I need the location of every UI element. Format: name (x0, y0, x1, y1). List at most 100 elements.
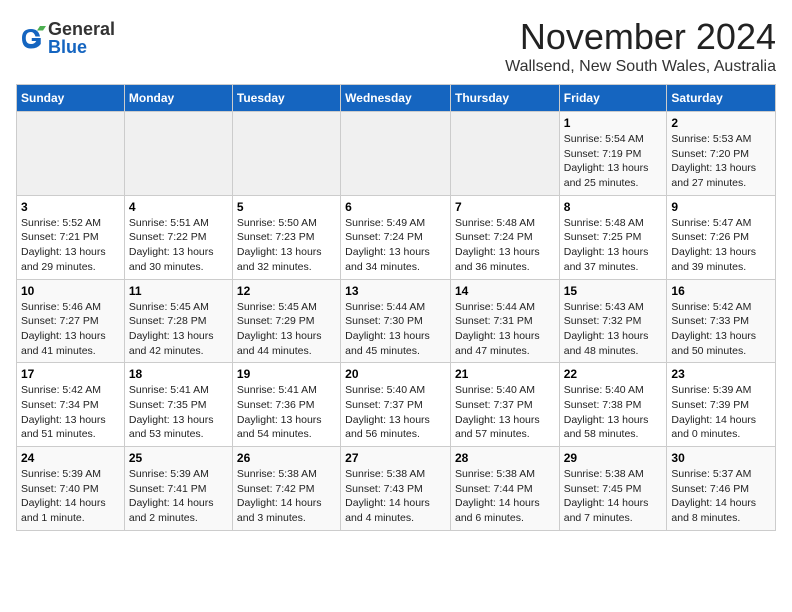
day-number: 23 (671, 367, 771, 381)
day-of-week-header: Thursday (450, 85, 559, 112)
day-of-week-header: Sunday (17, 85, 125, 112)
day-number: 22 (564, 367, 663, 381)
calendar-cell: 9Sunrise: 5:47 AMSunset: 7:26 PMDaylight… (667, 195, 776, 279)
calendar-cell: 17Sunrise: 5:42 AMSunset: 7:34 PMDayligh… (17, 363, 125, 447)
calendar-cell: 6Sunrise: 5:49 AMSunset: 7:24 PMDaylight… (341, 195, 451, 279)
calendar-cell: 28 Sunrise: 5:38 AMSunset: 7:44 PMDayligh… (450, 447, 559, 531)
day-number: 14 (455, 284, 555, 298)
day-number: 28 (455, 451, 555, 465)
day-info: Sunrise: 5:48 AMSunset: 7:25 PMDaylight:… (564, 216, 663, 275)
day-info: Sunrise: 5:53 AMSunset: 7:20 PMDaylight:… (671, 132, 771, 191)
calendar-cell: 10 Sunrise: 5:46 AMSunset: 7:27 PMDayligh… (17, 279, 125, 363)
calendar-cell: 4 Sunrise: 5:51 AMSunset: 7:22 PMDaylight… (124, 195, 232, 279)
calendar-cell (450, 112, 559, 196)
title-area: November 2024 Wallsend, New South Wales,… (505, 16, 776, 76)
day-number: 1 (564, 116, 663, 130)
logo-icon (16, 23, 46, 53)
day-of-week-header: Tuesday (232, 85, 340, 112)
day-info: Sunrise: 5:40 AMSunset: 7:38 PMDaylight:… (564, 383, 663, 442)
day-info: Sunrise: 5:40 AMSunset: 7:37 PMDaylight:… (455, 383, 555, 442)
day-info: Sunrise: 5:45 AMSunset: 7:28 PMDaylight:… (129, 300, 228, 359)
day-number: 17 (21, 367, 120, 381)
calendar-cell: 13 Sunrise: 5:44 AMSunset: 7:30 PMDayligh… (341, 279, 451, 363)
day-info: Sunrise: 5:38 AMSunset: 7:42 PMDaylight:… (237, 467, 336, 526)
calendar-cell: 22 Sunrise: 5:40 AMSunset: 7:38 PMDayligh… (559, 363, 667, 447)
calendar-cell: 23Sunrise: 5:39 AMSunset: 7:39 PMDayligh… (667, 363, 776, 447)
calendar-cell: 14 Sunrise: 5:44 AMSunset: 7:31 PMDayligh… (450, 279, 559, 363)
day-number: 10 (21, 284, 120, 298)
calendar-week-row: 1 Sunrise: 5:54 AMSunset: 7:19 PMDaylight… (17, 112, 776, 196)
calendar-cell (232, 112, 340, 196)
day-number: 24 (21, 451, 120, 465)
calendar-week-row: 10 Sunrise: 5:46 AMSunset: 7:27 PMDayligh… (17, 279, 776, 363)
day-info: Sunrise: 5:52 AMSunset: 7:21 PMDaylight:… (21, 216, 120, 275)
calendar-cell: 21 Sunrise: 5:40 AMSunset: 7:37 PMDayligh… (450, 363, 559, 447)
calendar-cell (124, 112, 232, 196)
day-number: 26 (237, 451, 336, 465)
calendar-cell: 7Sunrise: 5:48 AMSunset: 7:24 PMDaylight… (450, 195, 559, 279)
day-info: Sunrise: 5:39 AMSunset: 7:40 PMDaylight:… (21, 467, 120, 526)
day-info: Sunrise: 5:41 AMSunset: 7:35 PMDaylight:… (129, 383, 228, 442)
day-of-week-header: Friday (559, 85, 667, 112)
day-number: 21 (455, 367, 555, 381)
calendar-cell: 24 Sunrise: 5:39 AMSunset: 7:40 PMDayligh… (17, 447, 125, 531)
calendar-week-row: 24 Sunrise: 5:39 AMSunset: 7:40 PMDayligh… (17, 447, 776, 531)
calendar-cell: 8 Sunrise: 5:48 AMSunset: 7:25 PMDaylight… (559, 195, 667, 279)
calendar-cell: 29 Sunrise: 5:38 AMSunset: 7:45 PMDayligh… (559, 447, 667, 531)
day-number: 5 (237, 200, 336, 214)
logo-general: General (48, 20, 115, 38)
day-number: 16 (671, 284, 771, 298)
day-info: Sunrise: 5:45 AMSunset: 7:29 PMDaylight:… (237, 300, 336, 359)
day-info: Sunrise: 5:38 AMSunset: 7:45 PMDaylight:… (564, 467, 663, 526)
day-info: Sunrise: 5:50 AMSunset: 7:23 PMDaylight:… (237, 216, 336, 275)
day-info: Sunrise: 5:40 AMSunset: 7:37 PMDaylight:… (345, 383, 446, 442)
day-info: Sunrise: 5:38 AMSunset: 7:43 PMDaylight:… (345, 467, 446, 526)
day-info: Sunrise: 5:46 AMSunset: 7:27 PMDaylight:… (21, 300, 120, 359)
calendar-header: SundayMondayTuesdayWednesdayThursdayFrid… (17, 85, 776, 112)
calendar-cell: 19Sunrise: 5:41 AMSunset: 7:36 PMDayligh… (232, 363, 340, 447)
day-number: 4 (129, 200, 228, 214)
day-info: Sunrise: 5:44 AMSunset: 7:30 PMDaylight:… (345, 300, 446, 359)
day-info: Sunrise: 5:39 AMSunset: 7:41 PMDaylight:… (129, 467, 228, 526)
calendar-cell: 5 Sunrise: 5:50 AMSunset: 7:23 PMDaylight… (232, 195, 340, 279)
day-number: 18 (129, 367, 228, 381)
day-number: 25 (129, 451, 228, 465)
calendar-cell: 2Sunrise: 5:53 AMSunset: 7:20 PMDaylight… (667, 112, 776, 196)
day-number: 9 (671, 200, 771, 214)
calendar-week-row: 3Sunrise: 5:52 AMSunset: 7:21 PMDaylight… (17, 195, 776, 279)
calendar-week-row: 17Sunrise: 5:42 AMSunset: 7:34 PMDayligh… (17, 363, 776, 447)
page-header: General Blue November 2024 Wallsend, New… (16, 16, 776, 76)
logo-text: General Blue (48, 20, 115, 56)
calendar-cell: 15 Sunrise: 5:43 AMSunset: 7:32 PMDayligh… (559, 279, 667, 363)
day-number: 6 (345, 200, 446, 214)
day-number: 27 (345, 451, 446, 465)
day-number: 15 (564, 284, 663, 298)
day-info: Sunrise: 5:44 AMSunset: 7:31 PMDaylight:… (455, 300, 555, 359)
calendar-cell: 3Sunrise: 5:52 AMSunset: 7:21 PMDaylight… (17, 195, 125, 279)
day-of-week-header: Wednesday (341, 85, 451, 112)
day-number: 12 (237, 284, 336, 298)
day-of-week-header: Saturday (667, 85, 776, 112)
day-info: Sunrise: 5:43 AMSunset: 7:32 PMDaylight:… (564, 300, 663, 359)
day-info: Sunrise: 5:41 AMSunset: 7:36 PMDaylight:… (237, 383, 336, 442)
day-info: Sunrise: 5:37 AMSunset: 7:46 PMDaylight:… (671, 467, 771, 526)
day-info: Sunrise: 5:51 AMSunset: 7:22 PMDaylight:… (129, 216, 228, 275)
calendar-body: 1 Sunrise: 5:54 AMSunset: 7:19 PMDaylight… (17, 112, 776, 531)
logo-blue: Blue (48, 38, 115, 56)
day-number: 11 (129, 284, 228, 298)
day-number: 8 (564, 200, 663, 214)
logo: General Blue (16, 20, 115, 56)
day-info: Sunrise: 5:54 AMSunset: 7:19 PMDaylight:… (564, 132, 663, 191)
calendar-cell: 12 Sunrise: 5:45 AMSunset: 7:29 PMDayligh… (232, 279, 340, 363)
day-info: Sunrise: 5:42 AMSunset: 7:33 PMDaylight:… (671, 300, 771, 359)
day-of-week-header: Monday (124, 85, 232, 112)
location: Wallsend, New South Wales, Australia (505, 58, 776, 76)
calendar-cell: 20Sunrise: 5:40 AMSunset: 7:37 PMDayligh… (341, 363, 451, 447)
day-info: Sunrise: 5:38 AMSunset: 7:44 PMDaylight:… (455, 467, 555, 526)
calendar-cell: 25 Sunrise: 5:39 AMSunset: 7:41 PMDayligh… (124, 447, 232, 531)
day-number: 29 (564, 451, 663, 465)
day-number: 13 (345, 284, 446, 298)
calendar-cell: 27 Sunrise: 5:38 AMSunset: 7:43 PMDayligh… (341, 447, 451, 531)
calendar-cell: 1 Sunrise: 5:54 AMSunset: 7:19 PMDaylight… (559, 112, 667, 196)
day-number: 7 (455, 200, 555, 214)
